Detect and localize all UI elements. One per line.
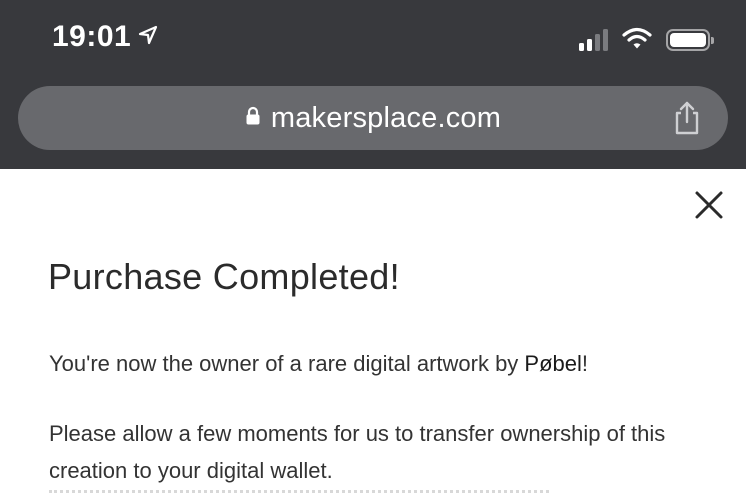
lock-icon: [245, 106, 261, 131]
status-icons: [579, 26, 714, 55]
modal-title: Purchase Completed!: [48, 256, 400, 297]
address-bar[interactable]: makersplace.com: [18, 86, 728, 150]
share-icon[interactable]: [672, 100, 702, 136]
cellular-signal-icon: [579, 29, 608, 51]
artist-name: Pøbel: [524, 351, 582, 376]
browser-chrome: 19:01 makersplace.com: [0, 0, 746, 169]
url-text: makersplace.com: [270, 101, 502, 134]
battery-icon: [666, 29, 714, 51]
ownership-prefix: You're now the owner of a rare digital a…: [49, 351, 525, 376]
ownership-message: You're now the owner of a rare digital a…: [49, 345, 699, 382]
cut-off-text-line: [49, 490, 549, 497]
time-text: 19:01: [52, 20, 132, 53]
close-icon[interactable]: [694, 190, 724, 220]
transfer-message: Please allow a few moments for us to tra…: [49, 421, 666, 483]
wifi-icon: [622, 26, 652, 55]
location-arrow-icon: [137, 20, 159, 54]
status-bar-time: 19:01: [52, 20, 159, 54]
ownership-suffix: !: [581, 351, 589, 376]
